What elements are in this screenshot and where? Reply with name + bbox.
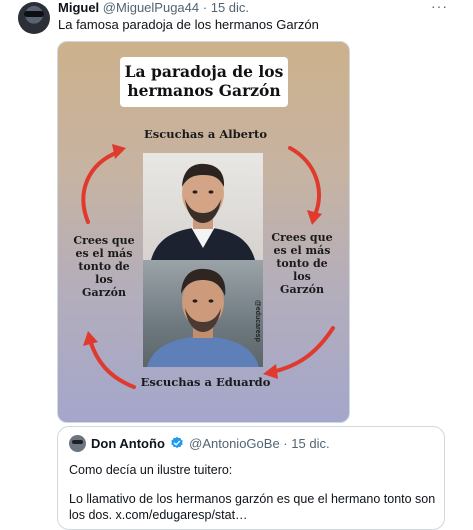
tweet-text: La famosa paradoja de los hermanos Garzó…	[58, 17, 319, 32]
quoted-author-name[interactable]: Don Antoño	[91, 436, 165, 451]
quoted-author-handle[interactable]: @AntonioGoBe	[189, 436, 280, 451]
arrow-top-right	[288, 146, 322, 219]
arrowhead-bottom-left	[83, 331, 98, 346]
quoted-tweet-date[interactable]: 15 dic.	[291, 436, 329, 451]
separator: ·	[202, 0, 208, 15]
arrowhead-top-left	[112, 144, 126, 159]
quoted-author-avatar[interactable]	[69, 435, 86, 452]
bottom-label: Escuchas a Eduardo	[140, 375, 271, 389]
verified-badge-icon	[170, 436, 183, 449]
author-name[interactable]: Miguel	[58, 0, 99, 15]
cycle-arrows	[81, 144, 335, 389]
separator: ·	[283, 436, 288, 451]
quoted-text-line-2: Lo llamativo de los hermanos garzón es q…	[69, 492, 436, 522]
meme-image[interactable]: La paradoja de los hermanos Garzón Escuc…	[57, 41, 350, 423]
arrow-top-left	[81, 150, 120, 224]
tweet[interactable]: Miguel @MiguelPuga44 · 15 dic. ··· La fa…	[0, 0, 473, 530]
more-options-icon[interactable]: ···	[431, 0, 448, 14]
tweet-date[interactable]: 15 dic.	[211, 0, 249, 15]
author-avatar[interactable]	[18, 2, 50, 34]
arrowhead-top-right	[307, 210, 322, 225]
quoted-tweet-header: Don Antoño @AntonioGoBe · 15 dic.	[91, 436, 330, 452]
author-handle[interactable]: @MiguelPuga44	[103, 0, 199, 15]
quoted-tweet[interactable]: Don Antoño @AntonioGoBe · 15 dic. Como d…	[57, 426, 445, 530]
arrow-bottom-right	[270, 326, 335, 374]
quoted-text-line-1: Como decía un ilustre tuitero:	[69, 463, 233, 477]
tweet-header: Miguel @MiguelPuga44 · 15 dic.	[58, 0, 249, 16]
